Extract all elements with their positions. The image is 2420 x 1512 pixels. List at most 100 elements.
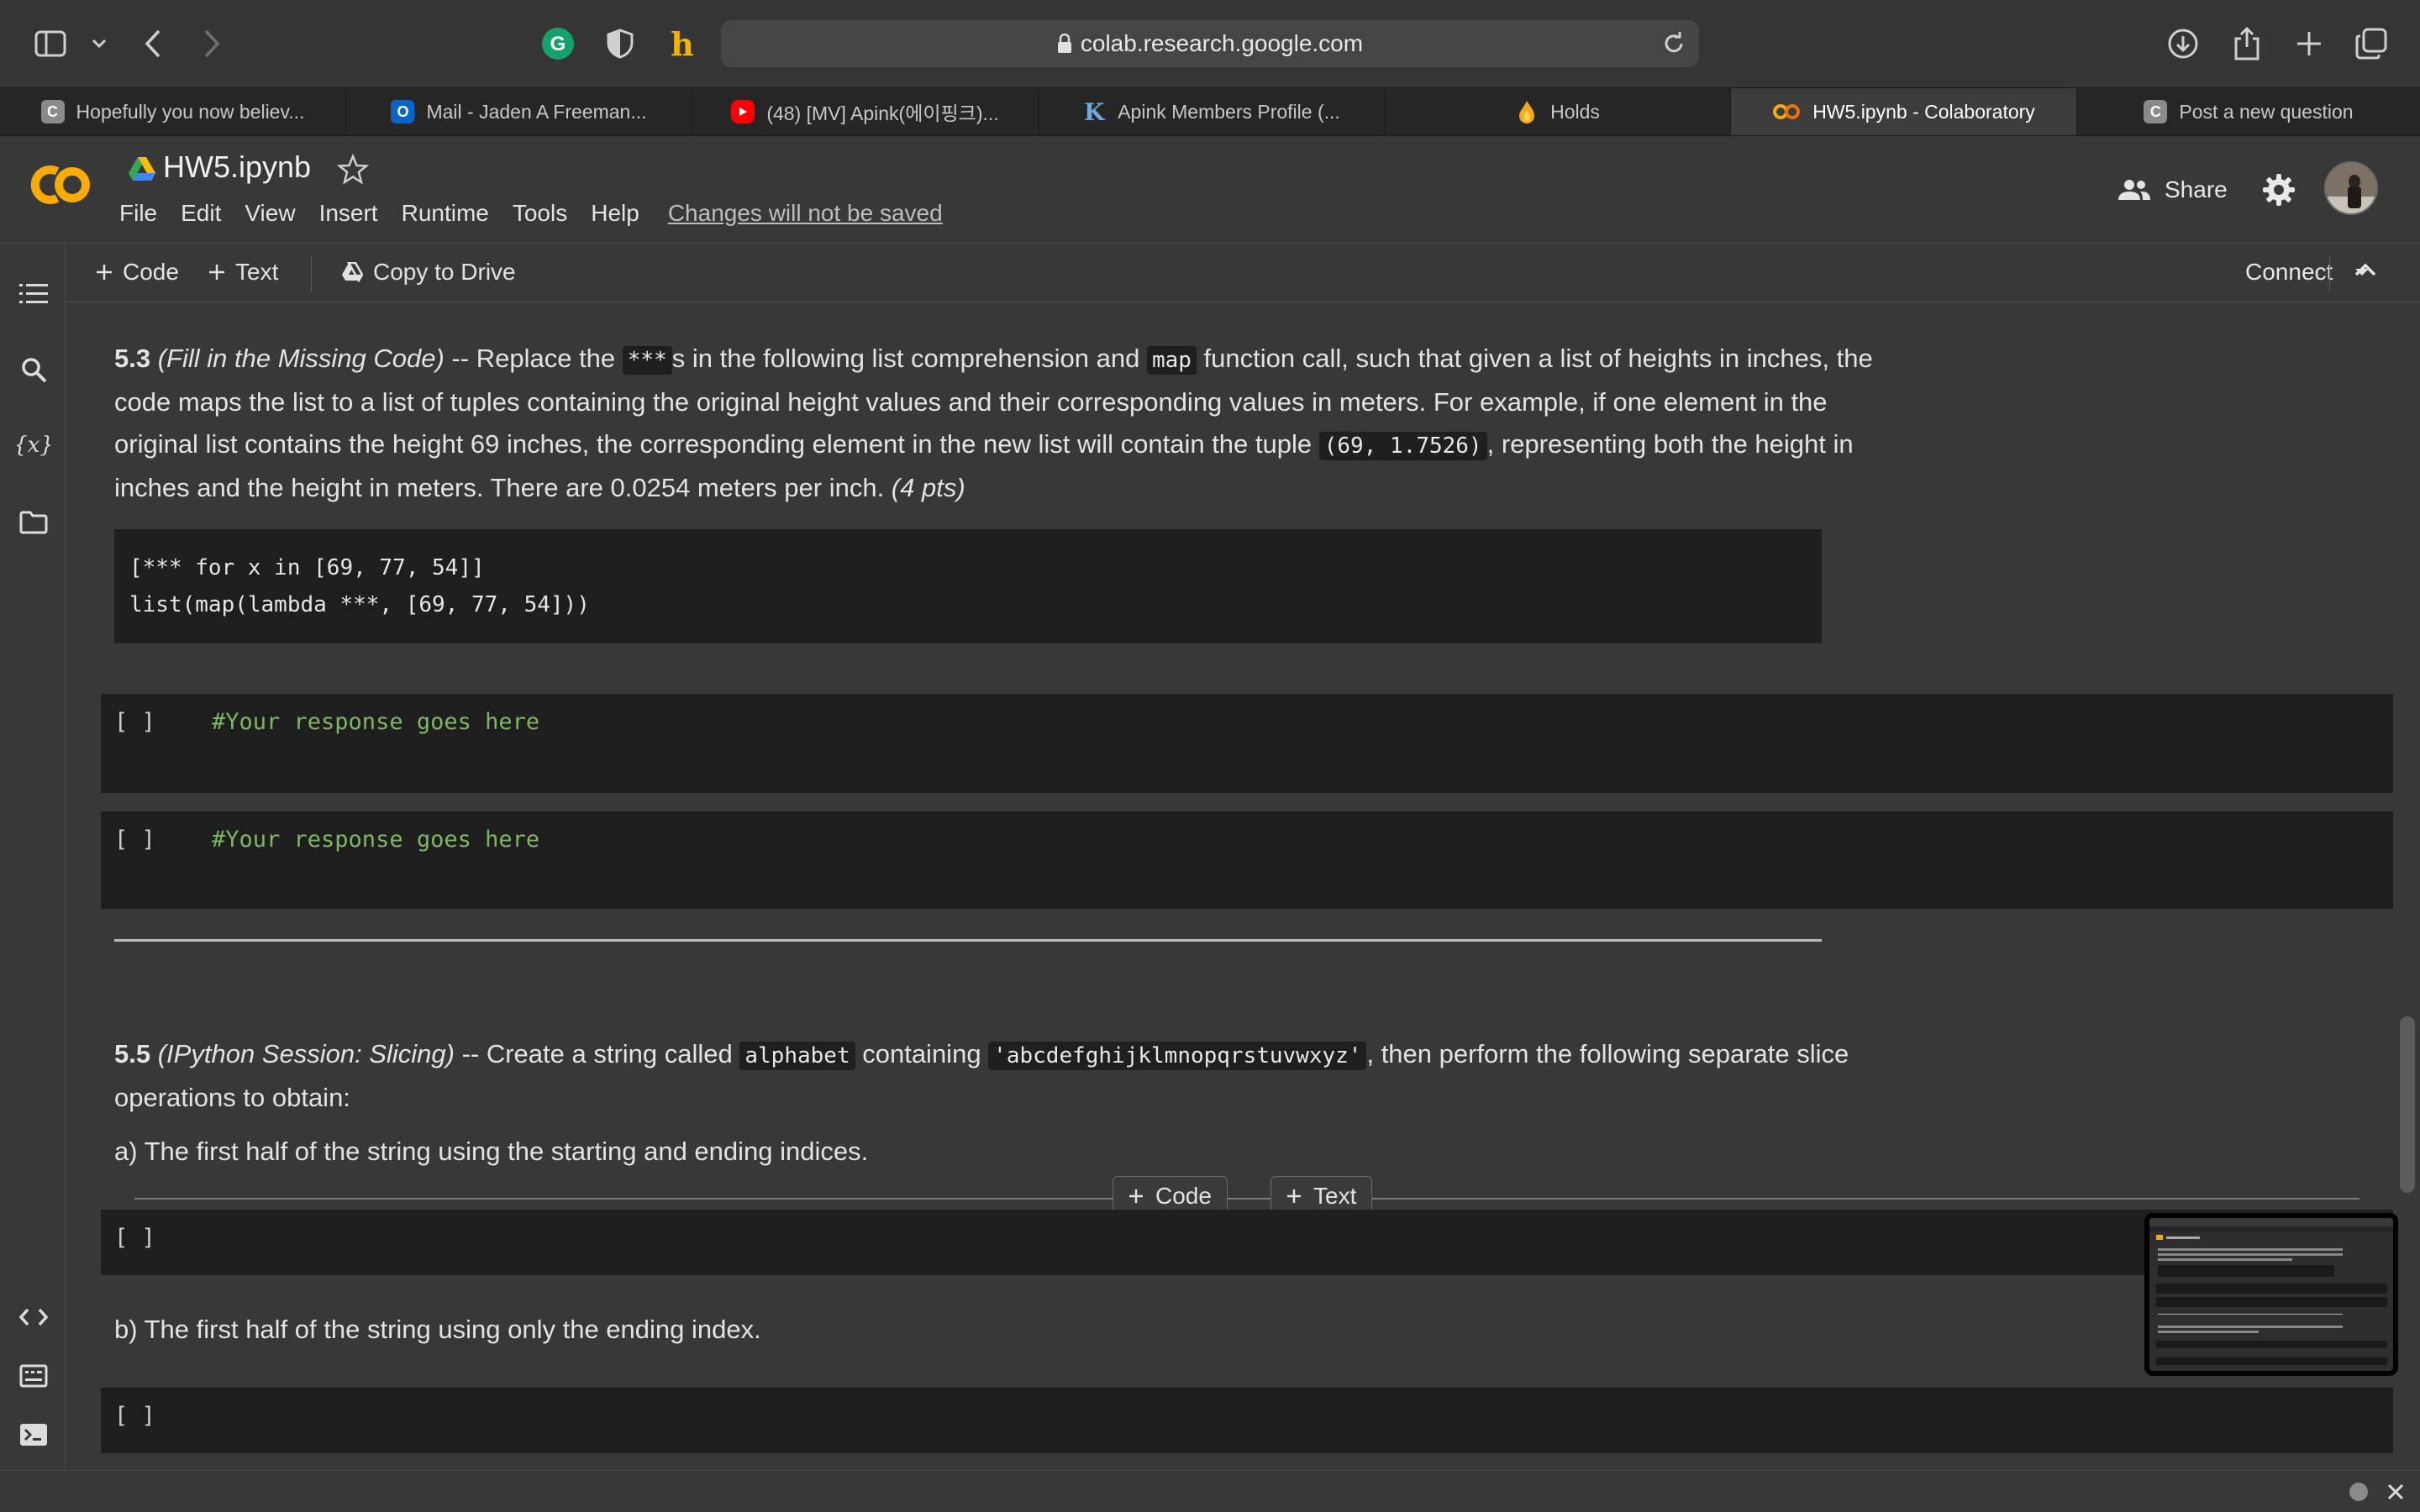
browser-tab[interactable]: O Mail - Jaden A Freeman... xyxy=(346,88,692,135)
plus-icon xyxy=(209,265,224,280)
star-icon[interactable] xyxy=(336,153,370,186)
notebook-title[interactable]: HW5.ipynb xyxy=(163,150,311,185)
question-number: 5.3 xyxy=(114,344,151,373)
grammarly-icon[interactable]: G xyxy=(539,25,576,62)
scrollbar[interactable] xyxy=(2400,1016,2415,1193)
inline-code: (69, 1.7526) xyxy=(1318,432,1487,460)
svg-text:{x}: {x} xyxy=(17,433,50,458)
command-palette-icon[interactable] xyxy=(15,1357,52,1394)
browser-tab[interactable]: C Hopefully you now believ... xyxy=(0,88,346,135)
back-icon[interactable] xyxy=(134,25,171,62)
insert-code-label: Code xyxy=(1155,1183,1212,1209)
sidebar-toggle-icon[interactable] xyxy=(32,25,69,62)
code-cell[interactable]: [ ] xyxy=(101,1210,2393,1275)
run-cell-button[interactable]: [ ] xyxy=(114,709,155,735)
forward-icon[interactable] xyxy=(193,25,230,62)
inline-code: *** xyxy=(622,346,672,375)
text-cell-5-5[interactable]: 5.5 (IPython Session: Slicing) -- Create… xyxy=(114,1033,1887,1119)
kpop-profiles-icon: K xyxy=(1084,97,1105,126)
code-line: list(map(lambda ***, [69, 77, 54])) xyxy=(129,592,590,617)
inline-code: 'abcdefghijklmnopqrstuvwxyz' xyxy=(988,1042,1367,1070)
add-text-label: Text xyxy=(235,259,279,285)
browser-tab[interactable]: C Post a new question xyxy=(2077,88,2420,135)
status-dot-icon xyxy=(2349,1483,2368,1501)
drive-icon xyxy=(342,262,363,282)
gear-icon[interactable] xyxy=(2260,171,2297,208)
search-icon[interactable] xyxy=(15,351,52,388)
collapse-header-icon[interactable] xyxy=(2354,262,2376,277)
add-code-label: Code xyxy=(123,259,179,285)
insert-cell-divider xyxy=(134,1198,2360,1200)
notebook-toolbar: Code Text Copy to Drive Connect xyxy=(66,244,2420,302)
menu-view[interactable]: View xyxy=(245,200,295,227)
tab-title: (48) [MV] Apink(에이핑크)... xyxy=(766,102,999,124)
reload-icon[interactable] xyxy=(1660,30,1687,57)
shield-icon[interactable] xyxy=(602,25,639,62)
run-cell-button[interactable]: [ ] xyxy=(114,827,155,853)
code-comment: #Your response goes here xyxy=(212,709,540,735)
table-of-contents-icon[interactable] xyxy=(15,276,52,312)
browser-tab[interactable]: Holds xyxy=(1385,88,1731,135)
menu-help[interactable]: Help xyxy=(591,200,639,227)
question-topic: (Fill in the Missing Code) xyxy=(157,344,445,373)
menu-tools[interactable]: Tools xyxy=(513,200,567,227)
tab-title: Hopefully you now believ... xyxy=(76,100,305,123)
question-text: -- Create a string called xyxy=(454,1039,740,1068)
browser-tab-active[interactable]: HW5.ipynb - Colaboratory xyxy=(1731,88,2077,135)
flame-icon xyxy=(1515,100,1539,123)
menu-edit[interactable]: Edit xyxy=(181,200,221,227)
tab-title: HW5.ipynb - Colaboratory xyxy=(1812,100,2035,123)
menu-runtime[interactable]: Runtime xyxy=(402,200,489,227)
horizontal-rule xyxy=(114,939,1822,942)
question-text: s in the following list comprehension an… xyxy=(671,344,1147,373)
plus-icon xyxy=(1287,1189,1301,1203)
insert-text-label: Text xyxy=(1313,1183,1357,1209)
avatar[interactable] xyxy=(2324,161,2378,215)
folder-icon[interactable] xyxy=(15,504,52,541)
honey-icon[interactable]: h xyxy=(664,25,701,62)
download-icon[interactable] xyxy=(2165,25,2202,62)
connect-button[interactable]: Connect xyxy=(2245,259,2370,286)
chevron-down-icon[interactable] xyxy=(81,25,118,62)
question-number: 5.5 xyxy=(114,1039,151,1068)
tab-overview-icon[interactable] xyxy=(2353,25,2390,62)
browser-tab[interactable]: (48) [MV] Apink(에이핑크)... xyxy=(692,88,1039,135)
tab-title: Mail - Jaden A Freeman... xyxy=(426,100,647,123)
youtube-icon xyxy=(731,100,755,123)
share-button[interactable]: Share xyxy=(2118,170,2228,210)
code-example-block: [*** for x in [69, 77, 54]] list(map(lamb… xyxy=(114,529,1822,643)
terminal-icon[interactable] xyxy=(15,1416,52,1453)
run-cell-button[interactable]: [ ] xyxy=(114,1403,155,1429)
new-tab-icon[interactable] xyxy=(2291,25,2328,62)
question-topic: (IPython Session: Slicing) xyxy=(157,1039,455,1068)
add-text-cell-button[interactable]: Text xyxy=(208,259,278,286)
svg-text:G: G xyxy=(550,33,566,55)
url-text: colab.research.google.com xyxy=(1080,30,1364,56)
tab-favicon-icon: C xyxy=(40,100,65,123)
screenshot-thumbnail[interactable] xyxy=(2144,1213,2398,1376)
colab-logo-icon[interactable] xyxy=(24,160,94,210)
code-snippets-icon[interactable] xyxy=(15,1299,52,1336)
toolbar-divider xyxy=(311,255,312,292)
code-cell[interactable]: [ ] #Your response goes here xyxy=(101,694,2393,793)
code-cell[interactable]: [ ] xyxy=(101,1388,2393,1453)
menu-file[interactable]: File xyxy=(119,200,157,227)
left-rail: {x} xyxy=(0,244,66,1470)
run-cell-button[interactable]: [ ] xyxy=(114,1225,155,1251)
outlook-icon: O xyxy=(391,100,415,123)
address-bar[interactable]: colab.research.google.com xyxy=(721,20,1699,67)
text-cell-5-3[interactable]: 5.3 (Fill in the Missing Code) -- Replac… xyxy=(114,338,1887,509)
changes-not-saved-link[interactable]: Changes will not be saved xyxy=(668,200,943,227)
variables-icon[interactable]: {x} xyxy=(15,427,52,464)
browser-toolbar: G h colab.research.google.com xyxy=(0,0,2420,87)
add-code-cell-button[interactable]: Code xyxy=(96,259,179,286)
subquestion-a: a) The first half of the string using th… xyxy=(114,1137,869,1166)
inline-code: alphabet xyxy=(739,1042,855,1070)
share-page-icon[interactable] xyxy=(2228,25,2265,62)
code-cell[interactable]: [ ] #Your response goes here xyxy=(101,811,2393,909)
browser-tab[interactable]: K Apink Members Profile (... xyxy=(1039,88,1385,135)
copy-to-drive-button[interactable]: Copy to Drive xyxy=(341,259,516,286)
close-icon[interactable] xyxy=(2386,1483,2405,1501)
menu-insert[interactable]: Insert xyxy=(319,200,378,227)
inline-code: map xyxy=(1146,346,1197,375)
